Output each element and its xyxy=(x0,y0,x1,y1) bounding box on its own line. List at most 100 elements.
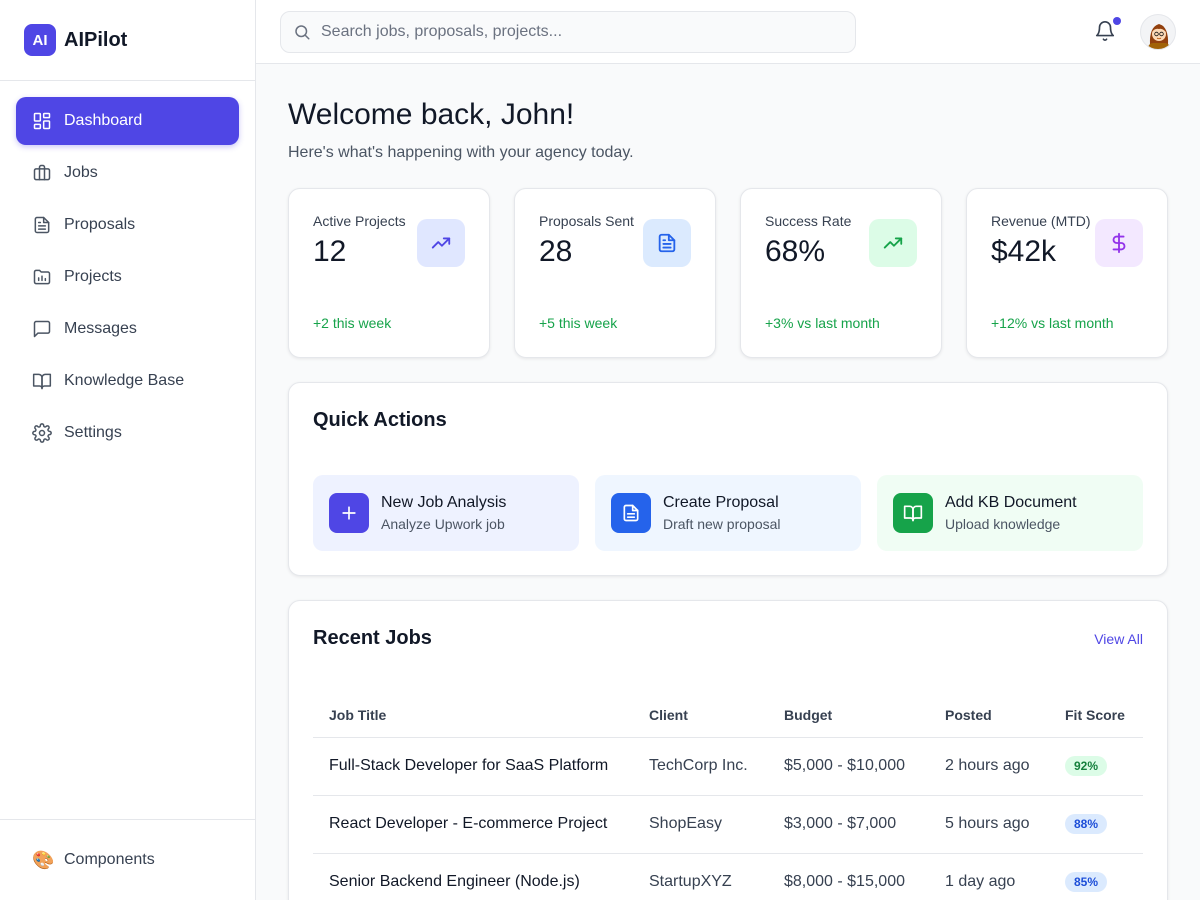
fit-score-badge: 88% xyxy=(1065,814,1108,834)
document-icon xyxy=(658,233,676,253)
job-title-cell[interactable]: Senior Backend Engineer (Node.js) xyxy=(313,853,633,900)
add-kb-document-button[interactable]: Add KB Document Upload knowledge xyxy=(877,475,1143,551)
gear-icon xyxy=(32,423,52,443)
sidebar-item-dashboard[interactable]: Dashboard xyxy=(16,97,239,145)
stat-delta: +5 this week xyxy=(539,315,618,331)
brand-name: AIPilot xyxy=(64,28,128,51)
dashboard-grid-icon xyxy=(33,112,51,130)
create-proposal-button[interactable]: Create Proposal Draft new proposal xyxy=(595,475,861,551)
fit-score-cell: 88% xyxy=(1049,795,1143,854)
recent-jobs-table: Job Title Client Budget Posted Fit Score… xyxy=(313,693,1143,900)
sidebar-item-label: Settings xyxy=(64,424,122,441)
quick-actions-title: Quick Actions xyxy=(313,409,447,431)
plus-icon xyxy=(342,506,356,520)
sidebar-item-settings[interactable]: Settings xyxy=(16,409,239,457)
column-header-posted[interactable]: Posted xyxy=(929,693,1049,738)
sidebar-item-label: Knowledge Base xyxy=(64,372,185,389)
new-job-analysis-button[interactable]: New Job Analysis Analyze Upwork job xyxy=(313,475,579,551)
brand-logo: AI xyxy=(24,24,56,56)
qa-title: New Job Analysis xyxy=(381,494,507,511)
qa-icon-box xyxy=(329,493,369,533)
sidebar-item-label: Jobs xyxy=(64,164,98,181)
stat-icon-box xyxy=(643,219,691,267)
search-icon xyxy=(295,25,310,40)
briefcase-icon xyxy=(33,164,51,181)
qa-text: New Job Analysis Analyze Upwork job xyxy=(381,494,506,532)
sidebar-item-label: Components xyxy=(64,851,155,868)
table-row[interactable]: Full-Stack Developer for SaaS Platform T… xyxy=(313,737,1143,796)
recent-jobs-title: Recent Jobs xyxy=(313,627,432,649)
sidebar-item-knowledge-base[interactable]: Knowledge Base xyxy=(16,357,239,405)
sidebar-item-label: Messages xyxy=(64,320,137,337)
stat-delta: +3% vs last month xyxy=(765,315,880,331)
user-avatar-icon xyxy=(1141,15,1175,49)
top-header xyxy=(256,0,1200,64)
sidebar-item-messages[interactable]: Messages xyxy=(16,305,239,353)
sidebar-item-label: Projects xyxy=(64,268,122,285)
avatar[interactable] xyxy=(1140,14,1176,50)
main-content: Welcome back, John! Here's what's happen… xyxy=(288,64,1168,900)
sidebar-item-projects[interactable]: Projects xyxy=(16,253,239,301)
fit-score-cell: 85% xyxy=(1049,853,1143,900)
client-cell: ShopEasy xyxy=(633,795,768,854)
qa-subtitle: Draft new proposal xyxy=(663,516,781,532)
qa-icon-box xyxy=(893,493,933,533)
job-title-cell[interactable]: React Developer - E-commerce Project xyxy=(313,795,633,854)
job-title-cell[interactable]: Full-Stack Developer for SaaS Platform xyxy=(313,737,633,796)
trending-up-icon xyxy=(431,237,451,249)
table-row[interactable]: Senior Backend Engineer (Node.js) Startu… xyxy=(313,853,1143,900)
notification-button[interactable] xyxy=(1094,17,1121,44)
sidebar-item-jobs[interactable]: Jobs xyxy=(16,149,239,197)
quick-actions-row: New Job Analysis Analyze Upwork job Crea… xyxy=(313,475,1143,551)
notification-dot xyxy=(1113,17,1121,25)
qa-subtitle: Upload knowledge xyxy=(945,516,1061,532)
stat-card-active-projects: Active Projects 12 +2 this week xyxy=(288,188,490,358)
quick-actions-panel: Quick Actions New Job Analysis Analyze U… xyxy=(288,382,1168,576)
posted-cell: 1 day ago xyxy=(929,853,1049,900)
view-all-link[interactable]: View All xyxy=(1094,631,1143,647)
message-icon xyxy=(33,320,51,338)
sidebar-item-label: Proposals xyxy=(64,216,136,233)
dollar-icon xyxy=(1112,232,1126,254)
posted-cell: 5 hours ago xyxy=(929,795,1049,854)
stat-card-success-rate: Success Rate 68% +3% vs last month xyxy=(740,188,942,358)
sidebar: AI AIPilot Dashboard Jobs Proposals Proj… xyxy=(0,0,256,900)
stats-row: Active Projects 12 +2 this week Proposal… xyxy=(288,188,1168,358)
qa-text: Add KB Document Upload knowledge xyxy=(945,494,1077,532)
sidebar-footer: 🎨 Components xyxy=(0,819,256,900)
book-icon xyxy=(32,373,52,390)
fit-score-badge: 92% xyxy=(1065,756,1108,776)
trending-up-icon xyxy=(883,237,903,249)
stat-delta: +12% vs last month xyxy=(991,315,1114,331)
stat-card-revenue: Revenue (MTD) $42k +12% vs last month xyxy=(966,188,1168,358)
stat-delta: +2 this week xyxy=(313,315,392,331)
column-header-job-title[interactable]: Job Title xyxy=(313,693,633,738)
stat-icon-box xyxy=(417,219,465,267)
client-cell: StartupXYZ xyxy=(633,853,768,900)
qa-text: Create Proposal Draft new proposal xyxy=(663,494,781,532)
budget-cell: $3,000 - $7,000 xyxy=(768,795,929,854)
fit-score-cell: 92% xyxy=(1049,737,1143,796)
column-header-budget[interactable]: Budget xyxy=(768,693,929,738)
search-box[interactable] xyxy=(280,11,856,53)
sidebar-nav: Dashboard Jobs Proposals Projects Messag… xyxy=(0,81,255,477)
qa-icon-box xyxy=(611,493,651,533)
sidebar-item-label: Dashboard xyxy=(64,112,143,129)
table-row[interactable]: React Developer - E-commerce Project Sho… xyxy=(313,795,1143,854)
book-icon xyxy=(903,505,923,522)
qa-subtitle: Analyze Upwork job xyxy=(381,516,505,532)
column-header-fit-score[interactable]: Fit Score xyxy=(1049,693,1143,738)
stat-icon-box xyxy=(869,219,917,267)
recent-jobs-panel: Recent Jobs View All Job Title Client Bu… xyxy=(288,600,1168,900)
column-header-client[interactable]: Client xyxy=(633,693,768,738)
stat-card-proposals-sent: Proposals Sent 28 +5 this week xyxy=(514,188,716,358)
page-subtitle: Here's what's happening with your agency… xyxy=(288,144,634,161)
budget-cell: $5,000 - $10,000 xyxy=(768,737,929,796)
search-input[interactable] xyxy=(321,23,821,41)
stat-icon-box xyxy=(1095,219,1143,267)
qa-title: Create Proposal xyxy=(663,494,779,511)
brand[interactable]: AI AIPilot xyxy=(0,0,255,81)
sidebar-item-proposals[interactable]: Proposals xyxy=(16,201,239,249)
document-icon xyxy=(34,216,50,234)
sidebar-item-components[interactable]: 🎨 Components xyxy=(16,836,240,884)
